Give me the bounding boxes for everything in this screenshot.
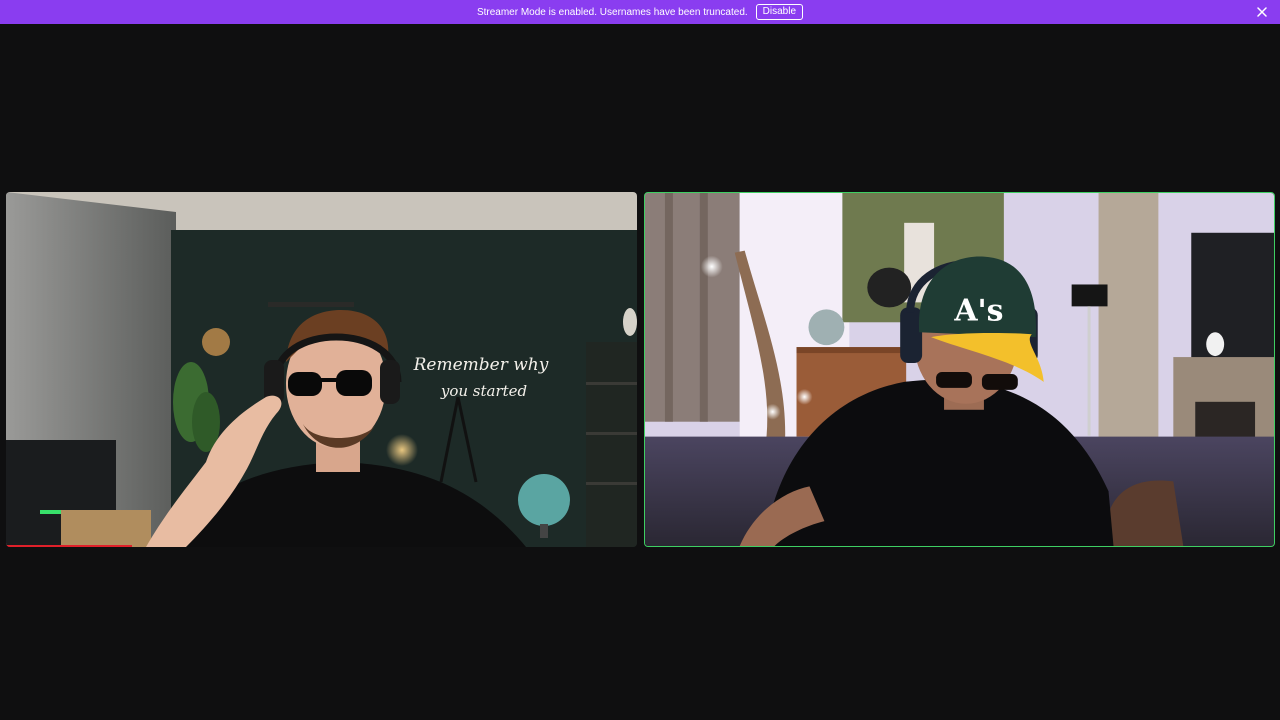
- neon-sign-line-1: Remember why: [413, 355, 549, 375]
- video-tile-right[interactable]: A's: [644, 192, 1275, 547]
- close-icon[interactable]: [1254, 4, 1270, 20]
- disable-streamer-mode-button[interactable]: Disable: [755, 4, 804, 20]
- streamer-mode-text: Streamer Mode is enabled. Usernames have…: [476, 6, 748, 18]
- volume-indicator-bar: [6, 545, 132, 547]
- video-stage: Remember why you started A's: [0, 24, 1280, 720]
- app-window: Streamer Mode is enabled. Usernames have…: [0, 0, 1280, 720]
- video-feed-left: Remember why you started: [6, 192, 637, 547]
- video-tile-left[interactable]: Remember why you started: [6, 192, 637, 547]
- neon-sign-line-2: you started: [440, 382, 527, 400]
- cap-logo: A's: [953, 293, 1003, 328]
- video-feed-right: A's: [645, 193, 1274, 546]
- streamer-mode-notice: Streamer Mode is enabled. Usernames have…: [0, 0, 1280, 24]
